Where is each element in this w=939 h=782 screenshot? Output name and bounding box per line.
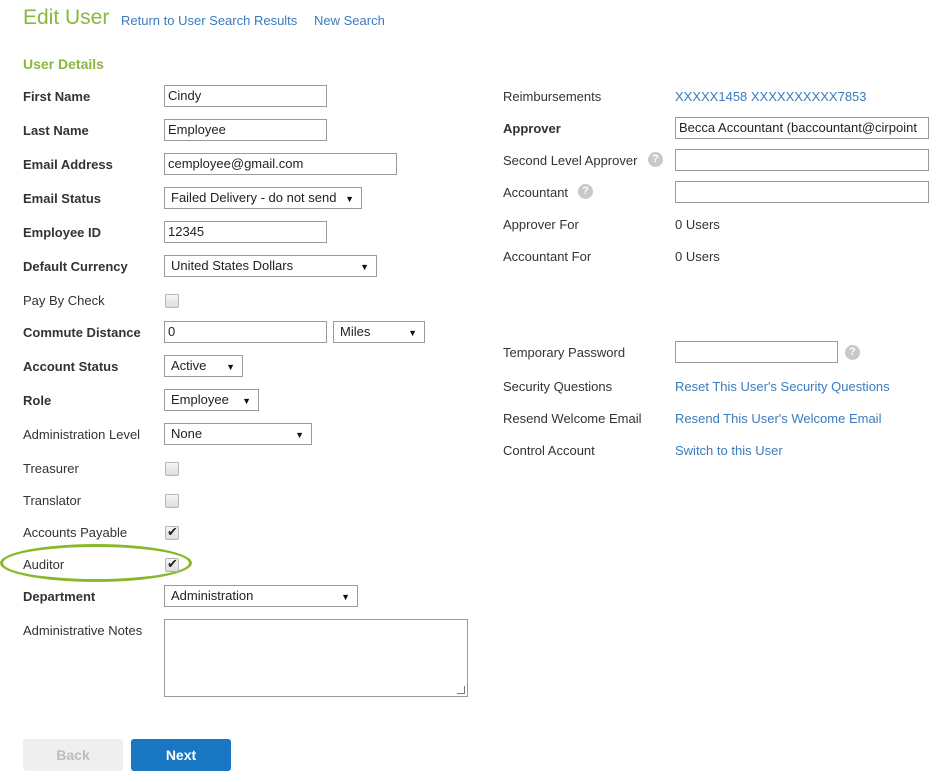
accounts-payable-checkbox[interactable]: ✔ <box>165 524 179 540</box>
email-status-value: Failed Delivery - do not send <box>171 190 337 205</box>
control-account-label: Control Account <box>503 443 595 458</box>
role-value: Employee <box>171 392 229 407</box>
email-status-select[interactable]: Failed Delivery - do not send ▼ <box>164 187 362 209</box>
back-button[interactable]: Back <box>23 739 123 771</box>
reset-security-questions-link[interactable]: Reset This User's Security Questions <box>675 379 890 394</box>
email-input[interactable]: cemployee@gmail.com <box>164 153 397 175</box>
checkmark-icon: ✔ <box>167 556 178 571</box>
temporary-password-label: Temporary Password <box>503 345 626 360</box>
checkmark-icon: ✔ <box>167 524 178 539</box>
department-select[interactable]: Administration ▼ <box>164 585 358 607</box>
chevron-down-icon: ▼ <box>360 262 369 272</box>
approver-for-value: 0 Users <box>675 217 720 232</box>
email-status-label: Email Status <box>23 191 102 206</box>
accountant-for-value: 0 Users <box>675 249 720 264</box>
commute-unit-select[interactable]: Miles ▼ <box>333 321 425 343</box>
accounts-payable-label: Accounts Payable <box>23 525 128 540</box>
commute-unit-value: Miles <box>340 324 371 339</box>
help-icon[interactable]: ? <box>845 345 860 360</box>
chevron-down-icon: ▼ <box>226 362 235 372</box>
employee-id-label: Employee ID <box>23 225 102 240</box>
administration-level-select[interactable]: None ▼ <box>164 423 312 445</box>
chevron-down-icon: ▼ <box>345 194 354 204</box>
section-title: User Details <box>23 56 104 72</box>
security-questions-label: Security Questions <box>503 379 613 394</box>
administrative-notes-textarea[interactable] <box>164 619 468 697</box>
administration-level-value: None <box>171 426 203 441</box>
chevron-down-icon: ▼ <box>242 396 251 406</box>
help-icon[interactable]: ? <box>578 184 593 199</box>
role-label: Role <box>23 393 52 408</box>
approver-for-label: Approver For <box>503 217 579 232</box>
return-to-search-results-link[interactable]: Return to User Search Results <box>121 13 297 28</box>
administration-level-label: Administration Level <box>23 427 141 442</box>
account-status-label: Account Status <box>23 359 119 374</box>
commute-distance-label: Commute Distance <box>23 325 141 340</box>
chevron-down-icon: ▼ <box>408 328 417 338</box>
reimbursements-link[interactable]: XXXXX1458 XXXXXXXXXX7853 <box>675 89 867 104</box>
first-name-label: First Name <box>23 89 91 104</box>
default-currency-value: United States Dollars <box>171 258 294 273</box>
last-name-label: Last Name <box>23 123 89 138</box>
accountant-input[interactable] <box>675 181 929 203</box>
next-button[interactable]: Next <box>131 739 231 771</box>
treasurer-checkbox[interactable] <box>165 462 179 476</box>
translator-label: Translator <box>23 493 82 508</box>
department-label: Department <box>23 589 96 604</box>
resize-grip-icon[interactable] <box>457 686 465 694</box>
translator-checkbox[interactable] <box>165 494 179 508</box>
auditor-checkbox[interactable]: ✔ <box>165 556 179 572</box>
switch-to-user-link[interactable]: Switch to this User <box>675 443 783 458</box>
default-currency-label: Default Currency <box>23 259 128 274</box>
administrative-notes-label: Administrative Notes <box>23 623 143 638</box>
default-currency-select[interactable]: United States Dollars ▼ <box>164 255 377 277</box>
department-value: Administration <box>171 588 254 603</box>
auditor-label: Auditor <box>23 557 65 572</box>
account-status-select[interactable]: Active ▼ <box>164 355 243 377</box>
second-level-approver-label: Second Level Approver <box>503 153 638 168</box>
chevron-down-icon: ▼ <box>295 430 304 440</box>
new-search-link[interactable]: New Search <box>314 13 385 28</box>
resend-welcome-email-link[interactable]: Resend This User's Welcome Email <box>675 411 881 426</box>
second-level-approver-input[interactable] <box>675 149 929 171</box>
resend-welcome-email-label: Resend Welcome Email <box>503 411 642 426</box>
temporary-password-input[interactable] <box>675 341 838 363</box>
employee-id-input[interactable]: 12345 <box>164 221 327 243</box>
accountant-label: Accountant <box>503 185 569 200</box>
first-name-input[interactable]: Cindy <box>164 85 327 107</box>
role-select[interactable]: Employee ▼ <box>164 389 259 411</box>
pay-by-check-label: Pay By Check <box>23 293 105 308</box>
pay-by-check-checkbox[interactable] <box>165 294 179 308</box>
approver-input[interactable]: Becca Accountant (baccountant@cirpoint <box>675 117 929 139</box>
account-status-value: Active <box>171 358 207 373</box>
treasurer-label: Treasurer <box>23 461 79 476</box>
chevron-down-icon: ▼ <box>341 592 350 602</box>
page-title: Edit User <box>23 6 110 29</box>
reimbursements-label: Reimbursements <box>503 89 602 104</box>
accountant-for-label: Accountant For <box>503 249 592 264</box>
approver-label: Approver <box>503 121 561 136</box>
last-name-input[interactable]: Employee <box>164 119 327 141</box>
commute-distance-input[interactable]: 0 <box>164 321 327 343</box>
help-icon[interactable]: ? <box>648 152 663 167</box>
email-label: Email Address <box>23 157 113 172</box>
